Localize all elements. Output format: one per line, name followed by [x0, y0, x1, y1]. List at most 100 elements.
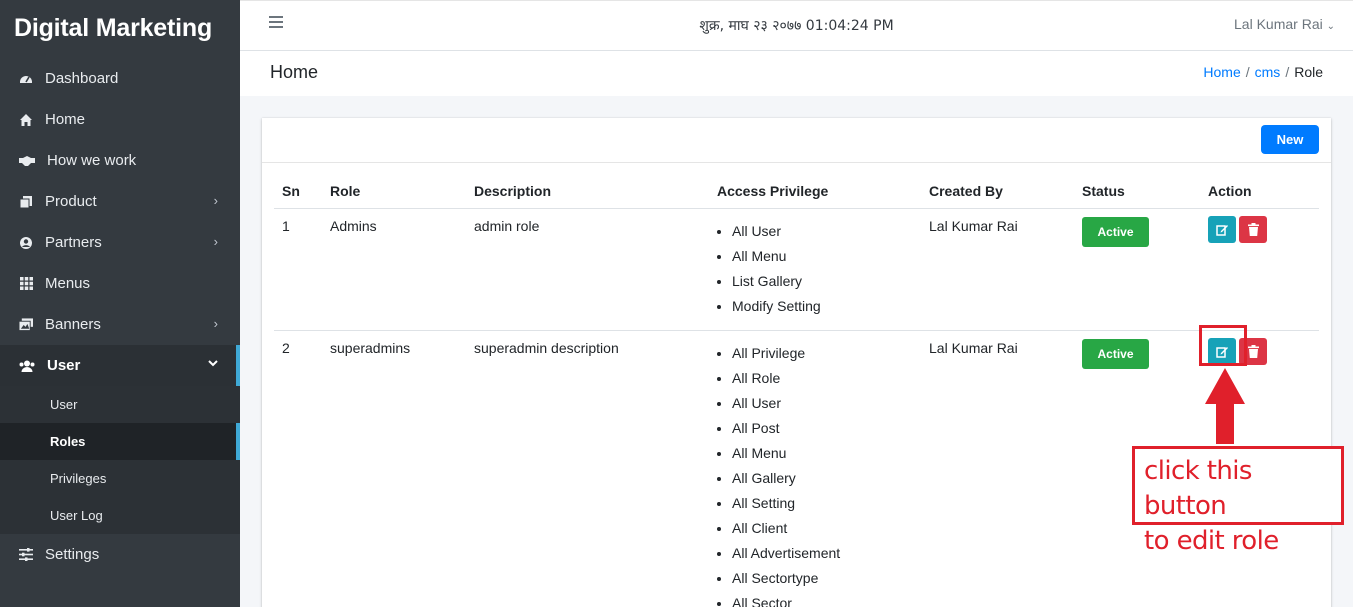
privilege-item: All User — [732, 393, 913, 418]
cell-access-privilege: All Privilege All Role All User All Post… — [709, 330, 921, 607]
status-badge[interactable]: Active — [1082, 339, 1149, 369]
new-role-button[interactable]: New — [1261, 125, 1319, 154]
sidebar-item-label: Partners — [45, 234, 102, 251]
content-header: Home Home / cms / Role — [240, 51, 1353, 96]
sidebar-subitem-user[interactable]: User — [0, 386, 240, 423]
cell-access-privilege: All User All Menu List Gallery Modify Se… — [709, 208, 921, 331]
sidebar-subitem-privileges[interactable]: Privileges — [0, 460, 240, 497]
card-header: New — [262, 118, 1331, 163]
edit-icon — [1215, 225, 1228, 236]
column-header-created-by: Created By — [921, 175, 1074, 209]
sidebar-item-label: Dashboard — [45, 70, 119, 87]
sidebar-item-label: How we work — [47, 152, 137, 169]
sidebar-item-label: User — [47, 357, 81, 374]
user-submenu: User Roles Privileges User Log — [0, 386, 240, 534]
cell-sn: 2 — [274, 330, 322, 607]
privilege-item: All Role — [732, 368, 913, 393]
table-row: 1 Admins admin role All User All Menu Li… — [274, 208, 1319, 331]
privilege-item: Modify Setting — [732, 296, 913, 321]
sidebar-item-product[interactable]: Product › — [0, 181, 240, 222]
privilege-item: All Sectortype — [732, 568, 913, 593]
annotation-highlight-box — [1199, 325, 1247, 366]
column-header-sn: Sn — [274, 175, 322, 209]
handshake-icon — [19, 154, 35, 168]
user-dropdown[interactable]: Lal Kumar Rai ⌄ — [1234, 16, 1335, 32]
privilege-item: List Gallery — [732, 271, 913, 296]
privilege-item: All User — [732, 221, 913, 246]
sidebar-item-menus[interactable]: Menus — [0, 263, 240, 304]
column-header-access-privilege: Access Privilege — [709, 175, 921, 209]
privilege-item: All Menu — [732, 246, 913, 271]
sliders-icon — [19, 547, 33, 562]
edit-button[interactable] — [1208, 216, 1236, 243]
sidebar-item-label: Product — [45, 193, 97, 210]
breadcrumb: Home / cms / Role — [1203, 64, 1323, 80]
user-name: Lal Kumar Rai — [1234, 16, 1323, 32]
cell-action — [1200, 208, 1319, 331]
status-badge[interactable]: Active — [1082, 217, 1149, 247]
sidebar-item-label: Home — [45, 111, 86, 128]
copy-icon — [19, 195, 33, 209]
table-header-row: Sn Role Description Access Privilege Cre… — [274, 175, 1319, 209]
privilege-item: All Setting — [732, 493, 913, 518]
column-header-description: Description — [466, 175, 709, 209]
dashboard-icon — [19, 72, 33, 86]
trash-icon — [1247, 223, 1259, 236]
images-icon — [19, 318, 33, 332]
home-icon — [19, 113, 33, 127]
trash-icon — [1247, 345, 1259, 358]
sidebar: Digital Marketing Dashboard Home How we … — [0, 0, 240, 607]
cell-role: superadmins — [322, 330, 466, 607]
sidebar-item-settings[interactable]: Settings — [0, 534, 240, 575]
users-icon — [19, 359, 35, 373]
privilege-list: All Privilege All Role All User All Post… — [717, 343, 913, 607]
callout-line-1: click this button — [1144, 456, 1252, 521]
breadcrumb-current: Role — [1294, 64, 1323, 80]
privilege-item: All Post — [732, 418, 913, 443]
sidebar-subitem-user-log[interactable]: User Log — [0, 497, 240, 534]
chevron-right-icon: › — [213, 193, 218, 208]
delete-button[interactable] — [1239, 216, 1267, 243]
sidebar-item-dashboard[interactable]: Dashboard — [0, 58, 240, 99]
privilege-item: All Menu — [732, 443, 913, 468]
chevron-right-icon: › — [213, 316, 218, 331]
cell-description: superadmin description — [466, 330, 709, 607]
privilege-item: All Privilege — [732, 343, 913, 368]
chevron-right-icon: › — [213, 234, 218, 249]
breadcrumb-home[interactable]: Home — [1203, 64, 1240, 80]
sidebar-item-user[interactable]: User — [0, 345, 240, 386]
sidebar-item-label: Banners — [45, 316, 101, 333]
brand-title[interactable]: Digital Marketing — [0, 0, 240, 58]
cell-role: Admins — [322, 208, 466, 331]
user-circle-icon — [19, 236, 33, 250]
cell-created-by: Lal Kumar Rai — [921, 330, 1074, 607]
current-datetime: शुक्र, माघ २३ २०७७ 01:04:24 PM — [699, 18, 894, 34]
privilege-item: All Client — [732, 518, 913, 543]
cell-description: admin role — [466, 208, 709, 331]
sidebar-item-label: Settings — [45, 546, 100, 563]
cell-sn: 1 — [274, 208, 322, 331]
cell-created-by: Lal Kumar Rai — [921, 208, 1074, 331]
privilege-item: All Gallery — [732, 468, 913, 493]
sidebar-item-home[interactable]: Home — [0, 99, 240, 140]
grid-icon — [19, 277, 33, 291]
caret-down-icon: ⌄ — [1326, 21, 1335, 32]
sidebar-item-how-we-work[interactable]: How we work — [0, 140, 240, 181]
top-navbar: शुक्र, माघ २३ २०७७ 01:04:24 PM Lal Kumar… — [240, 0, 1353, 51]
callout-line-2: to edit role — [1144, 526, 1279, 556]
cell-status: Active — [1074, 208, 1200, 331]
column-header-action: Action — [1200, 175, 1319, 209]
sidebar-item-partners[interactable]: Partners › — [0, 222, 240, 263]
privilege-item: All Sector — [732, 593, 913, 607]
breadcrumb-cms[interactable]: cms — [1255, 64, 1281, 80]
privilege-list: All User All Menu List Gallery Modify Se… — [717, 221, 913, 321]
column-header-status: Status — [1074, 175, 1200, 209]
sidebar-item-label: Menus — [45, 275, 91, 292]
annotation-arrow-icon — [1205, 368, 1245, 444]
annotation-callout: click this button to edit role — [1132, 446, 1344, 556]
sidebar-subitem-roles[interactable]: Roles — [0, 423, 240, 460]
column-header-role: Role — [322, 175, 466, 209]
sidebar-item-banners[interactable]: Banners › — [0, 304, 240, 345]
privilege-item: All Advertisement — [732, 543, 913, 568]
chevron-down-icon — [208, 356, 218, 371]
